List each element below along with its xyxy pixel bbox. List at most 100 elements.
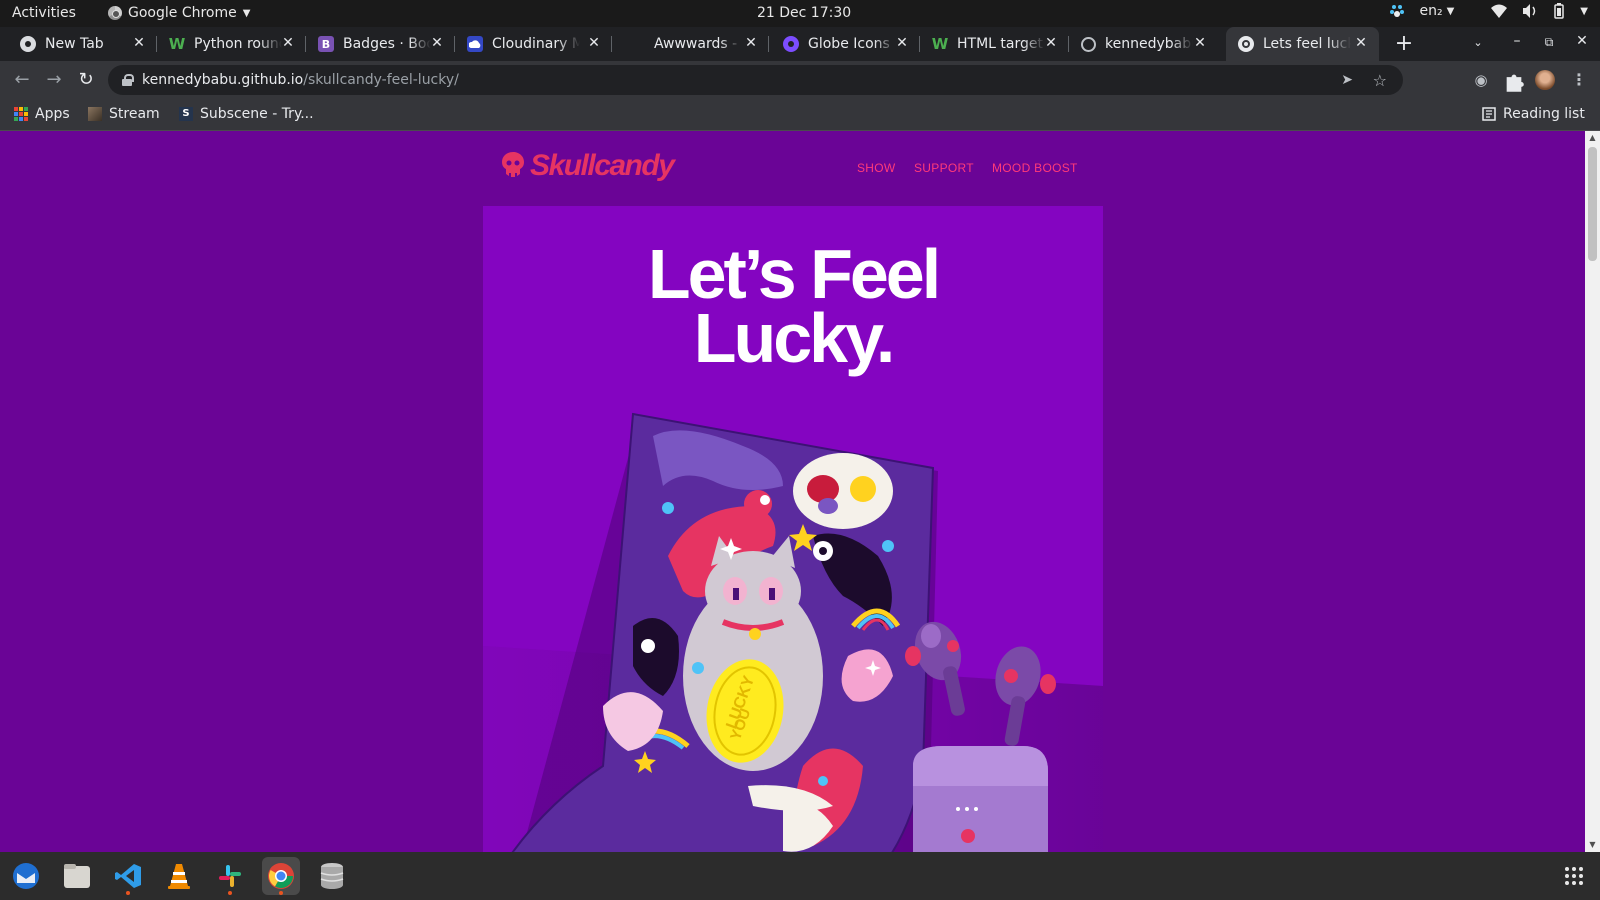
- bookmark-label: Stream: [109, 106, 160, 122]
- system-tray[interactable]: en₂ ▼ ▼: [1389, 3, 1588, 19]
- running-indicator: [126, 891, 130, 895]
- scroll-up-icon[interactable]: ▲: [1588, 133, 1597, 143]
- lock-icon[interactable]: [122, 74, 134, 86]
- tab-search-icon[interactable]: ⌄: [1468, 36, 1488, 49]
- tab-cloudinary[interactable]: Cloudinary M ✕: [447, 27, 612, 61]
- web-page: Skullcandy SHOW SUPPORT MOOD BOOST Let’s…: [0, 131, 1585, 852]
- tab-python-round[interactable]: W Python round ✕: [149, 27, 306, 61]
- bookmark-subscene[interactable]: S Subscene - Try...: [179, 106, 314, 122]
- url-path: /skullcandy-feel-lucky/: [303, 72, 459, 88]
- input-source[interactable]: en₂ ▼: [1419, 3, 1454, 19]
- tab-html-target[interactable]: W HTML target ✕: [912, 27, 1069, 61]
- reading-list-button[interactable]: Reading list: [1482, 106, 1585, 122]
- tab-globe-icons[interactable]: Globe Icons | ✕: [763, 27, 920, 61]
- page-scrollbar[interactable]: ▲ ▼: [1585, 131, 1600, 852]
- more-menu-icon[interactable]: ⋮: [1568, 69, 1590, 91]
- bookmark-apps[interactable]: Apps: [14, 106, 70, 122]
- skullcandy-logo[interactable]: Skullcandy: [500, 149, 675, 183]
- chrome-small-icon: [108, 6, 122, 20]
- tab-title: Cloudinary M: [492, 36, 580, 52]
- tab-new-tab[interactable]: New Tab ✕: [0, 27, 157, 61]
- stream-favicon-icon: [88, 107, 102, 121]
- network-paw-icon: [1390, 5, 1405, 17]
- chrome-icon: [20, 36, 36, 52]
- extensions-puzzle-icon[interactable]: [1503, 71, 1525, 93]
- app-grid-icon[interactable]: [1555, 857, 1593, 895]
- cloudinary-icon: [467, 36, 483, 52]
- running-indicator: [279, 891, 283, 895]
- url-host: kennedybabu.github.io: [142, 72, 304, 88]
- tab-kennedybabu[interactable]: kennedybabu ✕: [1061, 27, 1218, 61]
- send-icon[interactable]: ➤: [1341, 72, 1353, 88]
- vlc-icon[interactable]: [160, 857, 198, 895]
- globe-icon: [783, 36, 799, 52]
- volume-icon: [1523, 4, 1536, 18]
- tab-title: HTML target: [957, 36, 1043, 52]
- app-menu[interactable]: Google Chrome ▼: [108, 5, 250, 21]
- close-icon[interactable]: ✕: [586, 35, 602, 51]
- battery-icon: [1554, 3, 1565, 19]
- input-source-label: en₂: [1419, 3, 1443, 19]
- slack-icon[interactable]: [211, 857, 249, 895]
- caret-down-icon: ▼: [1580, 5, 1588, 17]
- close-icon[interactable]: ✕: [131, 35, 147, 51]
- close-icon[interactable]: ✕: [1043, 35, 1059, 51]
- profile-avatar[interactable]: [1535, 70, 1555, 90]
- apps-grid-icon: [14, 107, 28, 121]
- vscode-icon[interactable]: [109, 857, 147, 895]
- thunderbird-icon[interactable]: [7, 857, 45, 895]
- tab-title: Lets feel luck: [1263, 36, 1351, 52]
- minimize-icon[interactable]: –: [1507, 33, 1527, 49]
- activities-button[interactable]: Activities: [12, 5, 76, 21]
- chrome-icon[interactable]: [262, 857, 300, 895]
- close-icon[interactable]: ✕: [743, 35, 759, 51]
- reload-icon[interactable]: ↻: [74, 68, 98, 92]
- bookmark-stream[interactable]: Stream: [88, 106, 160, 122]
- bookmark-label: Apps: [35, 106, 70, 122]
- close-icon[interactable]: ✕: [1353, 35, 1369, 51]
- skull-icon: [502, 152, 524, 177]
- logo-wordmark: Skullcandy: [530, 149, 675, 182]
- tab-badges[interactable]: B Badges · Boo ✕: [298, 27, 455, 61]
- camera-icon[interactable]: ◉: [1470, 69, 1492, 91]
- globe-icon: [1238, 36, 1254, 52]
- tab-awwwards[interactable]: Awwwards - ✕: [612, 27, 769, 61]
- github-icon: [1081, 36, 1096, 52]
- close-icon[interactable]: ✕: [1192, 35, 1208, 51]
- close-icon[interactable]: ✕: [429, 35, 445, 51]
- restore-icon[interactable]: ⧉: [1539, 35, 1559, 50]
- new-tab-button[interactable]: +: [1393, 33, 1415, 55]
- back-icon[interactable]: ←: [10, 68, 34, 92]
- reading-list-label: Reading list: [1503, 106, 1585, 122]
- scroll-down-icon[interactable]: ▼: [1588, 840, 1597, 850]
- star-icon[interactable]: ☆: [1373, 71, 1387, 90]
- charging-case-icon: [913, 746, 1048, 852]
- nav-support[interactable]: SUPPORT: [914, 161, 974, 175]
- forward-icon[interactable]: →: [42, 68, 66, 92]
- address-bar[interactable]: kennedybabu.github.io/skullcandy-feel-lu…: [108, 65, 1403, 95]
- tab-title: New Tab: [45, 36, 104, 52]
- app-menu-label: Google Chrome: [128, 5, 237, 21]
- tab-lets-feel-lucky[interactable]: Lets feel luck ✕: [1226, 27, 1379, 61]
- nav-show[interactable]: SHOW: [857, 161, 896, 175]
- wifi-icon: [1491, 4, 1508, 18]
- caret-down-icon: ▼: [1446, 5, 1455, 17]
- database-icon[interactable]: [313, 857, 351, 895]
- files-icon[interactable]: [58, 857, 96, 895]
- close-icon[interactable]: ✕: [894, 35, 910, 51]
- clock[interactable]: 21 Dec 17:30: [757, 5, 851, 21]
- tab-title: Awwwards -: [654, 36, 738, 52]
- scrollbar-thumb[interactable]: [1588, 147, 1597, 261]
- bookmarks-bar: Apps Stream S Subscene - Try... Reading …: [0, 99, 1600, 131]
- bookmark-label: Subscene - Try...: [200, 106, 314, 122]
- close-window-icon[interactable]: ✕: [1572, 33, 1592, 49]
- bootstrap-icon: B: [318, 36, 334, 52]
- tab-title: kennedybabu: [1105, 36, 1193, 52]
- close-icon[interactable]: ✕: [280, 35, 296, 51]
- system-top-bar: Activities Google Chrome ▼ 21 Dec 17:30 …: [0, 0, 1600, 27]
- tab-title: Python round: [194, 36, 282, 52]
- running-indicator: [228, 891, 232, 895]
- tab-title: Badges · Boo: [343, 36, 431, 52]
- dock: [0, 852, 1600, 900]
- nav-mood-boost[interactable]: MOOD BOOST: [992, 161, 1078, 175]
